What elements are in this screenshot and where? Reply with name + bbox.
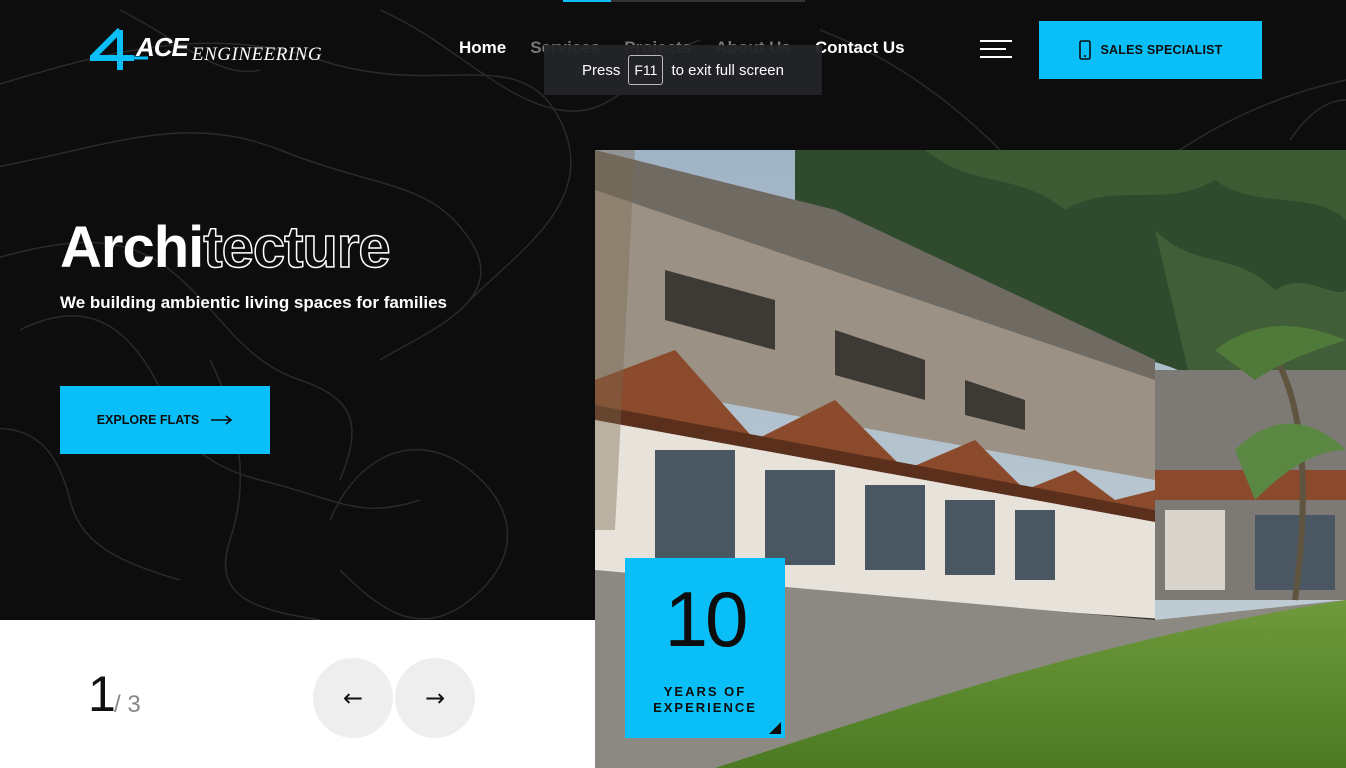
badge-corner-triangle — [769, 722, 781, 734]
nav-contact-us[interactable]: Contact Us — [815, 38, 905, 58]
arrow-left-icon: ← — [342, 684, 364, 712]
sales-specialist-label: SALES SPECIALIST — [1100, 43, 1223, 57]
prev-slide-button[interactable]: ← — [313, 658, 393, 738]
page-progress-line — [563, 0, 805, 2]
years-experience-badge: 10 YEARS OF EXPERIENCE — [625, 558, 785, 738]
toast-press-text: Press — [582, 61, 621, 79]
toast-rest-text: to exit full screen — [671, 61, 784, 79]
nav-home[interactable]: Home — [459, 38, 506, 58]
slide-total-number: / 3 — [114, 691, 141, 718]
experience-text: EXPERIENCE — [653, 700, 757, 715]
toast-key: F11 — [628, 55, 664, 85]
hero-title-outline: tecture — [203, 214, 392, 281]
logo-engineering-text: ENGINEERING — [192, 44, 323, 65]
mobile-phone-icon — [1078, 40, 1091, 60]
logo-ace-text: ACE — [136, 32, 189, 62]
hamburger-menu-icon[interactable] — [980, 38, 1012, 60]
sales-specialist-button[interactable]: SALES SPECIALIST — [1039, 21, 1262, 79]
hero-title: Architecture — [60, 214, 392, 281]
next-slide-button[interactable]: → — [395, 658, 475, 738]
arrow-right-icon: → — [424, 684, 446, 712]
fullscreen-exit-toast: Press F11 to exit full screen — [544, 45, 822, 95]
hero-subtitle: We building ambientic living spaces for … — [60, 293, 447, 312]
logo[interactable]: ACE ENGINEERING — [90, 28, 323, 74]
explore-flats-button[interactable]: EXPLORE FLATS — [60, 386, 270, 454]
years-number: 10 — [664, 575, 749, 663]
hero-title-solid: Archi — [60, 215, 204, 280]
slider-controls-panel: 1 / 3 ← → — [0, 620, 595, 768]
years-of-text: YEARS OF — [663, 684, 747, 699]
slide-current-number: 1 — [88, 666, 116, 722]
explore-flats-label: EXPLORE FLATS — [96, 413, 200, 427]
arrow-right-icon — [211, 415, 233, 425]
